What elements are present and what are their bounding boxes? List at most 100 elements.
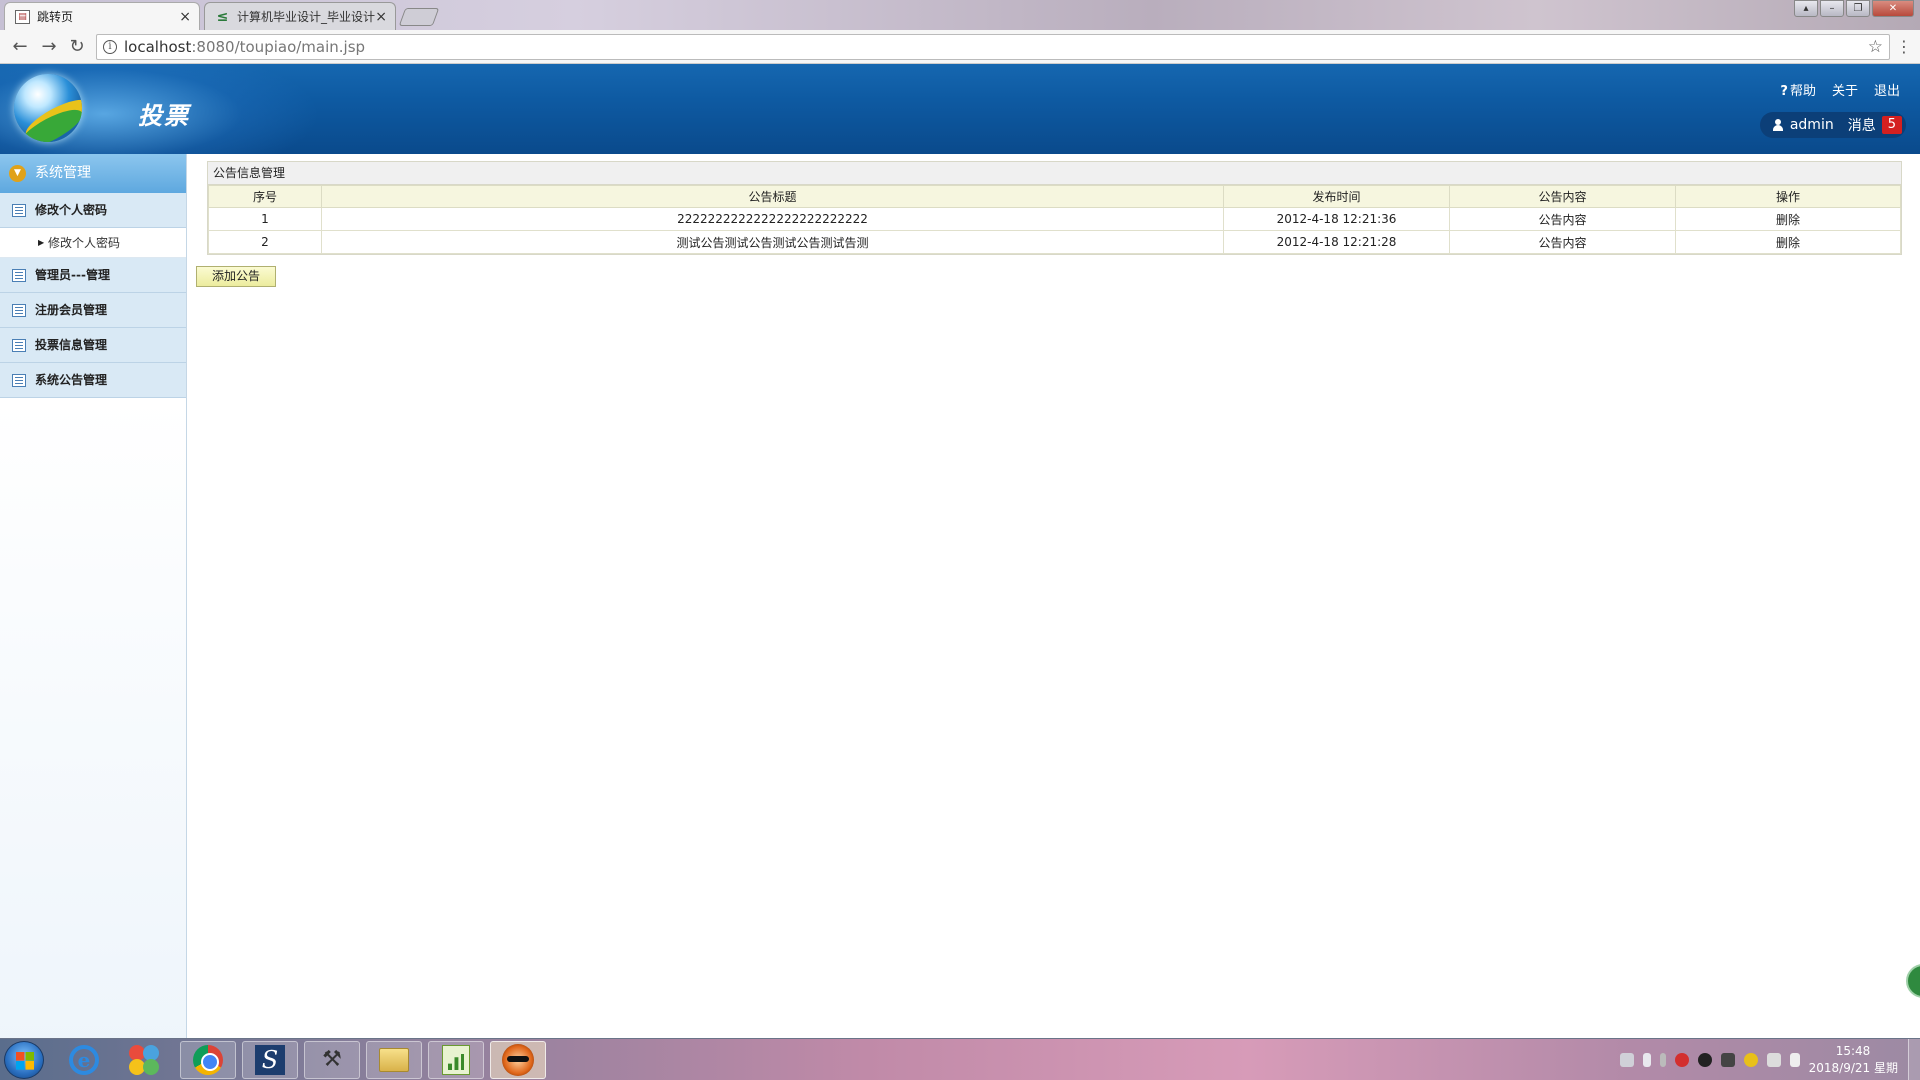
chrome-icon[interactable]: [180, 1041, 236, 1079]
messages-count-badge[interactable]: 5: [1881, 116, 1902, 134]
sidebar-subitem-change-password[interactable]: ▶ 修改个人密码: [0, 228, 186, 258]
tray-arrow-icon[interactable]: [1643, 1053, 1651, 1067]
show-desktop-button[interactable]: [1908, 1039, 1920, 1080]
mask-logo-icon: [502, 1044, 534, 1076]
tab-redirect-page[interactable]: ▤ 跳转页 ×: [4, 2, 200, 30]
tab-title: 计算机毕业设计_毕业设计: [237, 10, 376, 24]
url-host: localhost: [124, 38, 192, 56]
notice-content-link[interactable]: 公告内容: [1449, 207, 1676, 231]
tools-icon[interactable]: ⚒: [304, 1041, 360, 1079]
notice-panel: 公告信息管理 序号 公告标题 发布时间 公告内容 操作 1 2222222222…: [207, 161, 1902, 255]
bookmark-star-icon[interactable]: ☆: [1868, 35, 1883, 59]
list-icon: [12, 204, 26, 217]
chart-logo-icon: [442, 1045, 470, 1075]
messages-link[interactable]: 消息: [1848, 115, 1876, 135]
delete-link[interactable]: 删除: [1675, 230, 1901, 254]
sidebar-item-label: 注册会员管理: [35, 303, 108, 317]
s-app-icon[interactable]: S: [242, 1041, 298, 1079]
s-logo-icon: S: [255, 1045, 285, 1075]
clock-date: 2018/9/21 星期五: [1808, 1061, 1898, 1080]
window-controls: ▴ – ❐ ✕: [1792, 0, 1914, 17]
clock[interactable]: 15:48 2018/9/21 星期五: [1808, 1043, 1898, 1080]
page-chart-favicon-icon: ▤: [15, 10, 30, 24]
table-row: 1 2222222222222222222222222 2012-4-18 12…: [208, 207, 1901, 231]
help-label: 帮助: [1789, 84, 1816, 99]
url-text[interactable]: localhost:8080/toupiao/main.jsp: [124, 35, 365, 59]
network-icon[interactable]: [1767, 1053, 1781, 1067]
volume-icon[interactable]: [1790, 1053, 1800, 1067]
restore-icon[interactable]: ❐: [1846, 0, 1870, 17]
notice-title: 2222222222222222222222222: [321, 207, 1224, 231]
sidebar-section-header[interactable]: ▼ 系统管理: [0, 154, 186, 193]
sidebar-item-admin-management[interactable]: 管理员---管理: [0, 258, 186, 293]
chevron-down-icon: ▼: [9, 165, 26, 182]
system-tray: [1620, 1039, 1800, 1080]
sidebar-item-notice-management[interactable]: 系统公告管理: [0, 363, 186, 398]
color-circles-logo-icon: [129, 1045, 159, 1075]
column-header-action: 操作: [1675, 185, 1901, 208]
start-button[interactable]: [4, 1041, 44, 1079]
minimize-icon[interactable]: –: [1820, 0, 1844, 17]
info-icon[interactable]: i: [103, 40, 117, 54]
forward-arrow-icon[interactable]: →: [37, 35, 61, 59]
row-number: 1: [208, 207, 322, 231]
notice-table: 序号 公告标题 发布时间 公告内容 操作 1 22222222222222222…: [208, 185, 1901, 254]
windows-logo-icon: [16, 1052, 34, 1070]
tab-graduation-design[interactable]: ≤ 计算机毕业设计_毕业设计 ×: [204, 2, 396, 30]
notice-title: 测试公告测试公告测试公告测试告测: [321, 230, 1224, 254]
panel-title: 公告信息管理: [208, 162, 1901, 185]
publish-time: 2012-4-18 12:21:28: [1223, 230, 1450, 254]
help-link[interactable]: ? 帮助: [1780, 80, 1816, 99]
back-arrow-icon[interactable]: ←: [8, 35, 32, 59]
app-header: 投票 ? 帮助 关于 退出 admin 消息 5: [0, 64, 1920, 154]
window-close-icon[interactable]: ✕: [1872, 0, 1914, 17]
color-circles-icon[interactable]: [116, 1041, 172, 1079]
chart-app-icon[interactable]: [428, 1041, 484, 1079]
browser-menu-icon[interactable]: ⋮: [1896, 35, 1912, 59]
username[interactable]: admin: [1790, 117, 1834, 133]
question-icon: ?: [1780, 84, 1788, 99]
sidebar-item-change-password[interactable]: 修改个人密码: [0, 193, 186, 228]
list-icon: [12, 304, 26, 317]
notice-content-link[interactable]: 公告内容: [1449, 230, 1676, 254]
sidebar-item-member-management[interactable]: 注册会员管理: [0, 293, 186, 328]
mask-app-icon[interactable]: [490, 1041, 546, 1079]
main-content: 公告信息管理 序号 公告标题 发布时间 公告内容 操作 1 2222222222…: [188, 154, 1920, 1038]
logout-link[interactable]: 退出: [1874, 80, 1900, 99]
sidebar-item-label: 管理员---管理: [35, 268, 110, 282]
qq-icon[interactable]: [1698, 1053, 1712, 1067]
arrow-right-icon: ▶: [38, 238, 45, 247]
security-icon[interactable]: [1744, 1053, 1758, 1067]
user-info: admin 消息 5: [1759, 112, 1906, 138]
floating-widget-icon[interactable]: [1906, 964, 1920, 998]
sidebar-item-label: 修改个人密码: [35, 203, 108, 217]
app-logo: [14, 74, 82, 142]
new-tab-button[interactable]: [398, 8, 440, 26]
column-header-title: 公告标题: [321, 185, 1224, 208]
keyboard-icon[interactable]: [1620, 1053, 1634, 1067]
app-title: 投票: [138, 101, 190, 130]
address-bar[interactable]: i localhost:8080/toupiao/main.jsp ☆: [96, 34, 1890, 60]
internet-explorer-icon[interactable]: e: [56, 1041, 112, 1079]
url-path: :8080/toupiao/main.jsp: [191, 38, 366, 56]
add-notice-button[interactable]: 添加公告: [196, 266, 276, 287]
taskbar: e S ⚒ 15:48 2018/9/21 星期五: [0, 1038, 1920, 1080]
thermometer-icon[interactable]: [1660, 1053, 1666, 1067]
close-icon[interactable]: ×: [375, 3, 387, 30]
about-link[interactable]: 关于: [1832, 80, 1858, 99]
sidebar-item-vote-management[interactable]: 投票信息管理: [0, 328, 186, 363]
delete-link[interactable]: 删除: [1675, 207, 1901, 231]
close-icon[interactable]: ×: [179, 3, 191, 30]
user-icon[interactable]: ▴: [1794, 0, 1818, 17]
file-explorer-icon[interactable]: [366, 1041, 422, 1079]
list-icon: [12, 374, 26, 387]
chrome-logo-icon: [193, 1045, 223, 1075]
antivirus-icon[interactable]: [1675, 1053, 1689, 1067]
hammer-icon: ⚒: [322, 1047, 342, 1072]
browser-tab-strip: ▤ 跳转页 × ≤ 计算机毕业设计_毕业设计 × ▴ – ❐ ✕: [0, 0, 1920, 30]
column-header-time: 发布时间: [1223, 185, 1450, 208]
sidebar-item-label: 系统公告管理: [35, 373, 108, 387]
reload-icon[interactable]: ↻: [65, 35, 89, 59]
penguin-icon[interactable]: [1721, 1053, 1735, 1067]
column-header-content: 公告内容: [1449, 185, 1676, 208]
